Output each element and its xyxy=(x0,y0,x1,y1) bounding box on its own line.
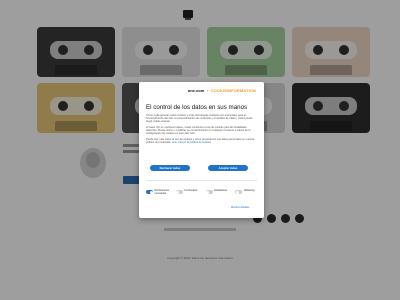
cookie-policy-link[interactable]: Leer más en la política de cookies xyxy=(172,141,211,144)
toggle-switch[interactable] xyxy=(146,190,153,194)
toggle-statistics[interactable]: Estadísticas xyxy=(205,189,229,196)
toggle-switch[interactable] xyxy=(205,190,213,194)
brand-separator: + xyxy=(206,88,209,93)
toggle-label: Funcionales xyxy=(184,189,198,192)
body-paragraph: Puede leer más sobre el uso de cookies y… xyxy=(146,138,255,145)
accept-all-button[interactable]: Aceptar todas xyxy=(208,165,248,171)
show-details-link[interactable]: Mostrar detalles xyxy=(231,206,249,209)
dialog-title: El control de los datos en sus manos xyxy=(146,104,248,111)
toggle-label: Marketing xyxy=(243,189,255,192)
reject-all-button[interactable]: Rechazar todas xyxy=(150,165,190,171)
body-paragraph: Al hacer clic en «Aceptar todas», usted … xyxy=(146,126,251,136)
dialog-body: Como regla general, estos cookies y otra… xyxy=(146,114,258,147)
brand-row: one.com + COOKIEINFORMATION xyxy=(139,88,264,93)
consent-toggles: Estrictamente necesarias Funcionales Est… xyxy=(146,189,258,196)
divider xyxy=(146,180,257,181)
toggle-marketing[interactable]: Marketing xyxy=(235,189,258,196)
body-paragraph: Como regla general, estos cookies y otra… xyxy=(146,114,253,124)
cookie-information-logo: COOKIEINFORMATION xyxy=(210,88,256,93)
cookie-consent-dialog: one.com + COOKIEINFORMATION El control d… xyxy=(139,82,264,218)
toggle-switch[interactable] xyxy=(235,190,243,194)
one-com-logo: one.com xyxy=(187,88,205,93)
toggle-switch[interactable] xyxy=(175,190,183,194)
toggle-functional[interactable]: Funcionales xyxy=(175,189,199,196)
toggle-necessary[interactable]: Estrictamente necesarias xyxy=(146,189,170,196)
toggle-label: Estrictamente necesarias xyxy=(154,189,170,195)
toggle-label: Estadísticas xyxy=(214,189,228,192)
